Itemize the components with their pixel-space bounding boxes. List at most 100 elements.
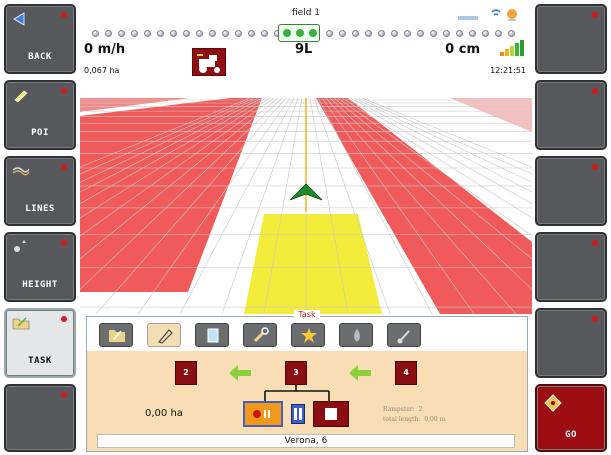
step-box-4[interactable]: 4: [395, 361, 417, 385]
stop-icon: [325, 408, 337, 420]
status-dot: [61, 12, 67, 18]
tab-pencil[interactable]: [147, 323, 181, 347]
tab-star[interactable]: [291, 323, 325, 347]
tractor-glyph: [197, 54, 220, 73]
height-button[interactable]: HEIGHT: [4, 232, 76, 302]
task-area: 0,00 ha: [145, 408, 183, 419]
lane-dot: [378, 30, 385, 37]
signal-strength-icon: [500, 38, 526, 56]
task-stats: Rampster: 2 total length: 0,00 m: [383, 405, 445, 425]
lane-dot: [118, 30, 125, 37]
step-box-3[interactable]: 3: [285, 361, 307, 385]
lane-dot: [469, 30, 476, 37]
lane-dot: [352, 30, 359, 37]
app-root: BACK POI LINES HEIGHT TASK GO field 1 0 …: [0, 0, 611, 455]
current-work-area: [244, 214, 382, 314]
star-icon: [301, 328, 317, 343]
task-button-label: TASK: [28, 356, 52, 366]
status-dot: [61, 88, 67, 94]
tractor-icon[interactable]: [192, 48, 226, 76]
poi-button[interactable]: POI: [4, 80, 76, 150]
lines-icon: [12, 167, 30, 176]
back-button[interactable]: BACK: [4, 4, 76, 74]
right-button-4[interactable]: [535, 232, 607, 302]
lane-dot: [222, 30, 229, 37]
pause-icon: [294, 408, 302, 420]
stats-label-2: total length:: [383, 416, 421, 423]
field-perspective: [80, 92, 532, 314]
status-icons: [456, 6, 526, 24]
task-panel: Task 2 3 4 0,00 ha Rampster: 2 total len…: [86, 310, 528, 452]
lane-dot: [131, 30, 138, 37]
lane-dot: [391, 30, 398, 37]
lane-dot: [482, 30, 489, 37]
offset-value: 0 cm: [445, 42, 480, 57]
pencil-icon: [157, 329, 173, 344]
lane-dot: [170, 30, 177, 37]
folder-icon: [109, 330, 125, 342]
clock: 12:21:51: [490, 66, 526, 75]
go-diamond-icon: [544, 394, 562, 412]
drop-icon: [354, 329, 360, 342]
worked-area: 0,067 ha: [84, 66, 120, 75]
location-field[interactable]: Verona, 6: [97, 434, 515, 448]
step-box-2[interactable]: 2: [175, 361, 197, 385]
task-button[interactable]: TASK: [4, 308, 76, 378]
status-dot: [61, 392, 67, 398]
height-button-label: HEIGHT: [22, 280, 58, 290]
shovel-icon: [397, 330, 410, 344]
task-tabs: [87, 317, 527, 351]
tab-drop[interactable]: [339, 323, 373, 347]
task-panel-title: Task: [87, 310, 527, 319]
right-button-3[interactable]: [535, 156, 607, 226]
record-pause-icon: [253, 410, 270, 418]
status-dot: [592, 164, 598, 170]
speed-value: 0 m/h: [84, 42, 126, 57]
lane-dot: [430, 30, 437, 37]
right-button-5[interactable]: [535, 308, 607, 378]
lines-button-label: LINES: [25, 204, 55, 214]
empty-left-button[interactable]: [4, 384, 76, 452]
lane-dot: [326, 30, 333, 37]
lane-dot: [209, 30, 216, 37]
tab-shovel[interactable]: [387, 323, 421, 347]
lane-dot: [183, 30, 190, 37]
status-dot: [592, 240, 598, 246]
right-button-2[interactable]: [535, 80, 607, 150]
status-bar: field 1 0 m/h 0,067 ha 9L 0 cm 12:21:51: [80, 0, 532, 92]
tab-notepad[interactable]: [195, 323, 229, 347]
lane-dot: [261, 30, 268, 37]
status-dot: [61, 164, 67, 170]
stats-label-1: Rampster:: [383, 406, 415, 413]
stats-value-1: 2: [418, 406, 423, 413]
lane-dot: [417, 30, 424, 37]
height-icon: [14, 240, 26, 252]
lane-dot: [92, 30, 99, 37]
record-pause-button[interactable]: [243, 401, 283, 427]
status-dot: [592, 12, 598, 18]
status-dot: [61, 240, 67, 246]
task-folder-icon: [12, 317, 30, 330]
field-3d-view[interactable]: [80, 92, 532, 314]
left-arrow-icon: [229, 365, 251, 381]
lane-dot: [196, 30, 203, 37]
back-arrow-icon: [13, 12, 25, 26]
lane-dot: [105, 30, 112, 37]
go-button-label: GO: [565, 430, 577, 440]
pause-button[interactable]: [291, 404, 305, 424]
left-arrow-icon: [349, 365, 371, 381]
right-button-1[interactable]: [535, 4, 607, 74]
notepad-icon: [207, 328, 219, 343]
go-button[interactable]: GO: [535, 384, 607, 452]
status-dot: [592, 88, 598, 94]
lane-dot: [157, 30, 164, 37]
stop-button[interactable]: [313, 401, 349, 427]
poi-button-label: POI: [31, 128, 49, 138]
lane-dot: [248, 30, 255, 37]
tab-wrench[interactable]: [243, 323, 277, 347]
lines-button[interactable]: LINES: [4, 156, 76, 226]
lane-dot: [495, 30, 502, 37]
tab-folder[interactable]: [99, 323, 133, 347]
status-dot: [61, 316, 67, 322]
back-button-label: BACK: [28, 52, 52, 62]
